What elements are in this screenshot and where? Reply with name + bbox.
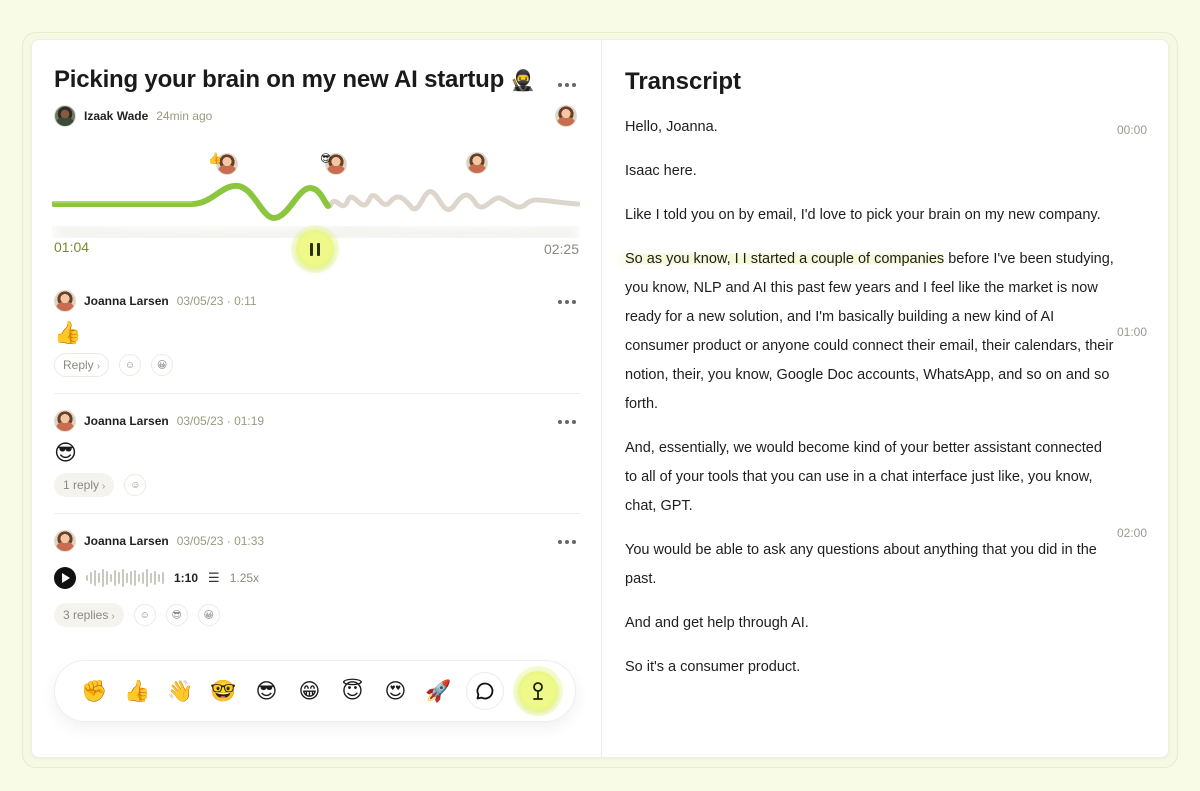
commenter-name: Joanna Larsen xyxy=(84,534,169,548)
thumbs-up-icon: 👍 xyxy=(208,153,222,165)
transcript-paragraph[interactable]: Isaac here. xyxy=(625,157,1115,186)
avatar xyxy=(54,410,76,432)
comment-button[interactable] xyxy=(466,672,504,710)
avatar xyxy=(54,530,76,552)
comment-item: Joanna Larsen 03/05/23 · 0:11 👍 Reply › ☺… xyxy=(54,290,580,377)
transcript-paragraph[interactable]: You would be able to ask any questions a… xyxy=(625,536,1115,594)
voice-waveform[interactable] xyxy=(86,568,164,588)
participant-avatar[interactable] xyxy=(555,105,577,127)
comment-date: 03/05/23 · 01:33 xyxy=(176,534,265,548)
sunglasses-icon: 😎 xyxy=(320,153,332,165)
reaction-bar: ✊ 👍 👋 🤓 😎 😁 😇 😍 🚀 xyxy=(54,660,576,722)
timestamp[interactable]: 02:00 xyxy=(1117,526,1147,540)
transcript-body: Hello, Joanna. Isaac here. Like I told y… xyxy=(625,113,1115,697)
heart-eyes-icon[interactable]: 😍 xyxy=(374,681,417,702)
transcript-paragraph[interactable]: And and get help through AI. xyxy=(625,609,1115,638)
add-reaction-icon[interactable]: ☺ xyxy=(133,604,156,626)
divider xyxy=(54,393,580,394)
playback-speed[interactable]: 1.25x xyxy=(230,571,259,585)
author-row: Izaak Wade 24min ago xyxy=(54,105,212,127)
author-name: Izaak Wade xyxy=(84,109,149,123)
reaction-chip[interactable]: 😎 xyxy=(165,604,188,626)
sunglasses-icon[interactable]: 😎 xyxy=(245,681,288,702)
wave-icon[interactable]: 👋 xyxy=(159,681,202,702)
highlighted-text[interactable]: So as you know, I I started a couple of … xyxy=(625,251,945,267)
chevron-right-icon: › xyxy=(102,481,106,492)
rocket-icon[interactable]: 🚀 xyxy=(417,681,460,702)
pause-button[interactable] xyxy=(296,230,334,268)
current-time: 01:04 xyxy=(54,239,90,255)
transcript-paragraph[interactable]: And, essentially, we would become kind o… xyxy=(625,434,1115,521)
reaction-chip[interactable]: 😀 xyxy=(151,354,174,376)
paragraph-text: before I've been studying, you know, NLP… xyxy=(625,251,1114,412)
waveform-graphic xyxy=(52,182,580,238)
chevron-right-icon: › xyxy=(96,361,101,372)
replies-button[interactable]: 3 replies › xyxy=(54,603,124,627)
sunglasses-icon: 😎 xyxy=(54,440,77,465)
divider xyxy=(54,513,580,514)
transcript-list-icon[interactable]: ☰ xyxy=(208,570,220,586)
commenter-name: Joanna Larsen xyxy=(84,414,169,428)
reply-label: Reply xyxy=(63,358,94,372)
nerd-face-icon[interactable]: 🤓 xyxy=(202,681,245,702)
transcript-paragraph[interactable]: So as you know, I I started a couple of … xyxy=(625,245,1115,419)
add-reaction-icon[interactable]: ☺ xyxy=(119,354,142,376)
reaction-marker[interactable]: 👍 xyxy=(208,152,238,175)
title-text: Picking your brain on my new AI startup xyxy=(54,66,505,93)
transcript-panel: Transcript Hello, Joanna. Isaac here. Li… xyxy=(602,40,1170,757)
avatar xyxy=(54,290,76,312)
microphone-icon xyxy=(533,682,543,700)
total-time: 02:25 xyxy=(543,241,579,257)
timestamp[interactable]: 00:00 xyxy=(1117,123,1147,137)
halo-icon[interactable]: 😇 xyxy=(331,681,374,702)
voice-duration: 1:10 xyxy=(174,571,199,585)
author-time: 24min ago xyxy=(156,109,213,123)
comment-date: 03/05/23 · 01:19 xyxy=(176,414,265,428)
transcript-paragraph[interactable]: So it's a consumer product. xyxy=(625,653,1115,682)
replies-label: 3 replies xyxy=(63,608,109,622)
comment-item: Joanna Larsen 03/05/23 · 01:19 😎 1 reply… xyxy=(54,410,580,497)
comment-date: 03/05/23 · 0:11 xyxy=(176,294,257,308)
fist-icon[interactable]: ✊ xyxy=(73,681,116,702)
transcript-paragraph[interactable]: Hello, Joanna. xyxy=(625,113,1115,142)
play-icon[interactable] xyxy=(54,567,76,589)
timestamp[interactable]: 01:00 xyxy=(1117,325,1147,339)
reply-button[interactable]: Reply › xyxy=(54,353,110,377)
avatar xyxy=(54,105,76,127)
voice-message: 1:10 ☰ 1.25x xyxy=(54,567,580,589)
record-button[interactable] xyxy=(518,671,558,711)
commenter-name: Joanna Larsen xyxy=(84,294,169,308)
comment-more-icon[interactable] xyxy=(558,300,576,304)
thumbs-up-icon: 👍 xyxy=(54,320,82,345)
replies-label: 1 reply xyxy=(63,478,100,492)
replies-button[interactable]: 1 reply › xyxy=(54,473,115,497)
comment-marker[interactable] xyxy=(466,152,488,174)
comment-more-icon[interactable] xyxy=(558,420,576,424)
thread-panel: Picking your brain on my new AI startup 🥷… xyxy=(32,40,601,757)
reaction-marker[interactable]: 😎 xyxy=(320,152,348,175)
main-card: Picking your brain on my new AI startup 🥷… xyxy=(31,39,1169,758)
thumbs-up-icon[interactable]: 👍 xyxy=(116,681,159,702)
transcript-paragraph[interactable]: Like I told you on by email, I'd love to… xyxy=(625,201,1115,230)
add-reaction-icon[interactable]: ☺ xyxy=(124,474,147,496)
chevron-right-icon: › xyxy=(111,611,115,622)
page-title: Picking your brain on my new AI startup 🥷 xyxy=(54,66,535,94)
reaction-chip[interactable]: 😀 xyxy=(197,604,220,626)
comment-item: Joanna Larsen 03/05/23 · 01:33 1:10 ☰ 1.… xyxy=(54,530,580,627)
ninja-icon: 🥷 xyxy=(510,70,535,92)
chat-bubble-icon xyxy=(476,682,494,700)
thread-more-icon[interactable] xyxy=(558,83,576,87)
transcript-title: Transcript xyxy=(625,68,742,95)
grin-icon[interactable]: 😁 xyxy=(288,681,331,702)
comment-more-icon[interactable] xyxy=(558,540,576,544)
avatar xyxy=(466,152,488,174)
